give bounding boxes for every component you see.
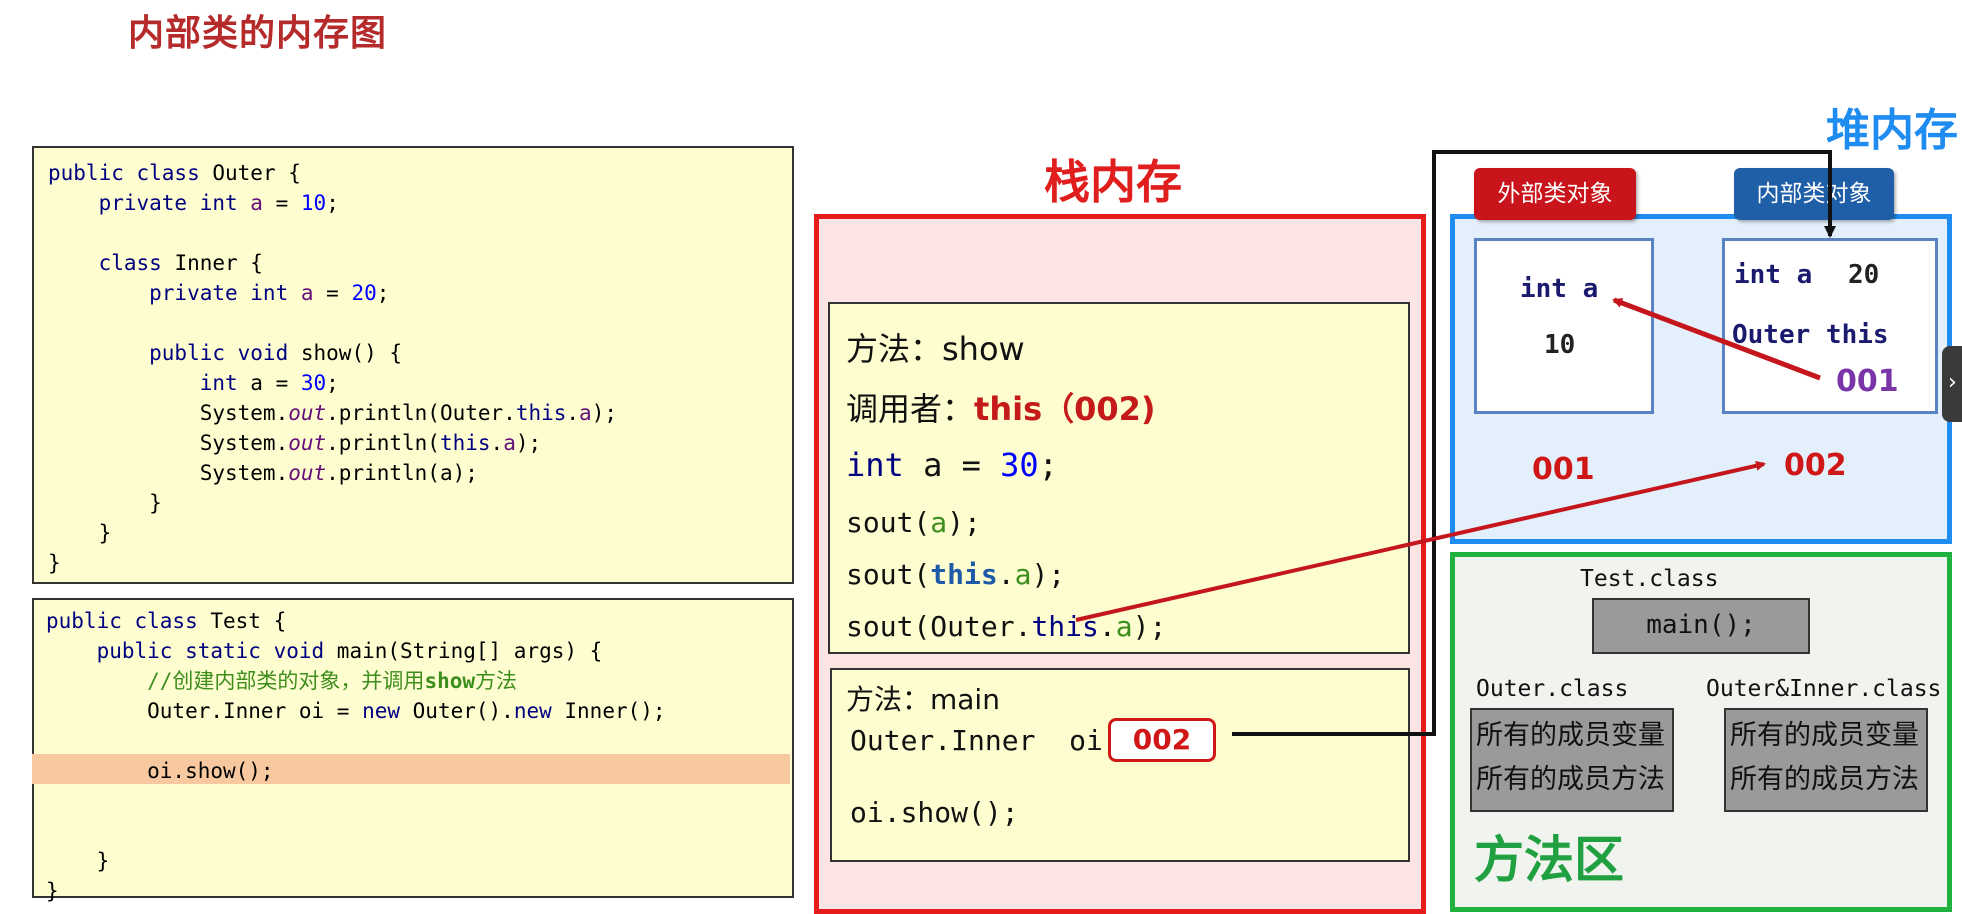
connector-arrows: [1075, 150, 1836, 736]
oi-to-inner-object-arrow: [1232, 150, 1836, 736]
outer-this-a-to-inner-object-arrow: [1075, 460, 1766, 622]
chevron-right-icon: ›: [1948, 370, 1957, 395]
outer-this-to-outer-field-arrow: [1612, 297, 1821, 381]
side-panel-handle[interactable]: ›: [1942, 346, 1962, 422]
